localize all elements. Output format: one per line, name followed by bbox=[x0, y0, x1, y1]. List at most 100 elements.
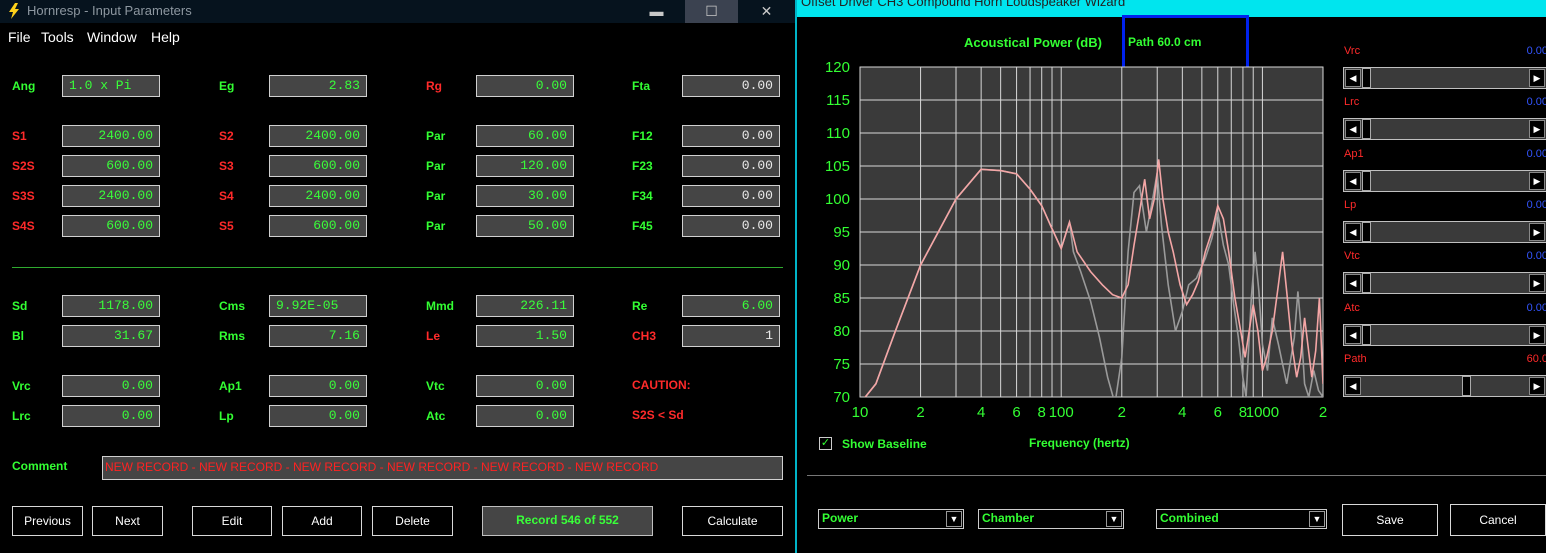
param-label-f12: F12 bbox=[632, 129, 653, 143]
param-label-cms: Cms bbox=[219, 299, 246, 313]
add-button[interactable]: Add bbox=[282, 506, 362, 536]
param-field-le[interactable]: 1.50 bbox=[476, 325, 574, 347]
caution-text: S2S < Sd bbox=[632, 408, 684, 422]
previous-button[interactable]: Previous bbox=[12, 506, 83, 536]
param-label-eg: Eg bbox=[219, 79, 235, 93]
slider-label-path: Path bbox=[1344, 352, 1367, 365]
slider-thumb[interactable] bbox=[1362, 273, 1371, 294]
edit-button[interactable]: Edit bbox=[192, 506, 272, 536]
param-label-fta: Fta bbox=[632, 79, 650, 93]
arrow-right-icon[interactable]: ▶ bbox=[1529, 69, 1545, 87]
param-label-ap1: Ap1 bbox=[219, 379, 242, 393]
param-field-ch3[interactable]: 1 bbox=[682, 325, 780, 347]
param-field-lp[interactable]: 0.00 bbox=[269, 405, 367, 427]
param-field-f45[interactable]: 0.00 bbox=[682, 215, 780, 237]
param-field-bl[interactable]: 31.67 bbox=[62, 325, 160, 347]
slider-thumb[interactable] bbox=[1362, 119, 1371, 140]
param-label-re: Re bbox=[632, 299, 648, 313]
slider-label-vtc: Vtc bbox=[1344, 250, 1360, 263]
param-label-s3s: S3S bbox=[12, 189, 35, 203]
param-field-eg[interactable]: 2.83 bbox=[269, 75, 367, 97]
param-label-s4s: S4S bbox=[12, 219, 35, 233]
param-field-par[interactable]: 60.00 bbox=[476, 125, 574, 147]
param-label-s2: S2 bbox=[219, 129, 234, 143]
param-field-re[interactable]: 6.00 bbox=[682, 295, 780, 317]
param-label-f23: F23 bbox=[632, 159, 653, 173]
param-field-f34[interactable]: 0.00 bbox=[682, 185, 780, 207]
param-field-fta[interactable]: 0.00 bbox=[682, 75, 780, 97]
param-label-f45: F45 bbox=[632, 219, 653, 233]
param-field-par[interactable]: 50.00 bbox=[476, 215, 574, 237]
param-field-par[interactable]: 120.00 bbox=[476, 155, 574, 177]
calculate-button[interactable]: Calculate bbox=[682, 506, 783, 536]
param-label-le: Le bbox=[426, 329, 441, 343]
arrow-right-icon[interactable]: ▶ bbox=[1529, 325, 1545, 344]
param-field-s2s[interactable]: 600.00 bbox=[62, 155, 160, 177]
arrow-left-icon[interactable]: ◀ bbox=[1345, 274, 1361, 293]
param-field-ap1[interactable]: 0.00 bbox=[269, 375, 367, 397]
param-label-par: Par bbox=[426, 129, 446, 143]
slider-label-atc: Atc bbox=[1344, 301, 1360, 314]
divider bbox=[12, 267, 783, 268]
param-field-s4[interactable]: 2400.00 bbox=[269, 185, 367, 207]
arrow-left-icon[interactable]: ◀ bbox=[1345, 222, 1361, 241]
slider-lrc[interactable]: ◀ ▶ bbox=[1343, 118, 1546, 141]
comment-field[interactable]: NEW RECORD - NEW RECORD - NEW RECORD - N… bbox=[102, 456, 783, 480]
slider-value-atc: 0.00 bbox=[1526, 301, 1546, 314]
slider-ap1[interactable]: ◀ ▶ bbox=[1343, 169, 1546, 192]
param-field-s2[interactable]: 2400.00 bbox=[269, 125, 367, 147]
slider-thumb[interactable] bbox=[1362, 68, 1371, 88]
param-field-s3[interactable]: 600.00 bbox=[269, 155, 367, 177]
param-label-par: Par bbox=[426, 189, 446, 203]
slider-value-lrc: 0.00 bbox=[1526, 96, 1546, 109]
slider-thumb[interactable] bbox=[1461, 375, 1471, 396]
param-field-vrc[interactable]: 0.00 bbox=[62, 375, 160, 397]
slider-thumb[interactable] bbox=[1362, 170, 1371, 191]
slider-atc[interactable]: ◀ ▶ bbox=[1343, 323, 1546, 346]
param-field-mmd[interactable]: 226.11 bbox=[476, 295, 574, 317]
arrow-right-icon[interactable]: ▶ bbox=[1529, 171, 1545, 190]
slider-panel: Vrc 0.00 ◀ ▶ Lrc 0.00 ◀ ▶ Ap1 0.00 ◀ ▶ Lp 0.00 ◀ ▶ Vtc 0.… bbox=[797, 0, 1546, 553]
param-field-s5[interactable]: 600.00 bbox=[269, 215, 367, 237]
param-field-ang[interactable]: 1.0 x Pi bbox=[62, 75, 160, 97]
slider-value-vtc: 0.00 bbox=[1526, 250, 1546, 263]
param-field-s1[interactable]: 2400.00 bbox=[62, 125, 160, 147]
param-field-rms[interactable]: 7.16 bbox=[269, 325, 367, 347]
arrow-right-icon[interactable]: ▶ bbox=[1529, 376, 1545, 395]
slider-label-vrc: Vrc bbox=[1344, 45, 1361, 57]
arrow-left-icon[interactable]: ◀ bbox=[1345, 69, 1361, 87]
param-field-cms[interactable]: 9.92E-05 bbox=[269, 295, 367, 317]
comment-label: Comment bbox=[12, 459, 68, 473]
param-field-lrc[interactable]: 0.00 bbox=[62, 405, 160, 427]
arrow-right-icon[interactable]: ▶ bbox=[1529, 274, 1545, 293]
param-field-f23[interactable]: 0.00 bbox=[682, 155, 780, 177]
param-field-s4s[interactable]: 600.00 bbox=[62, 215, 160, 237]
param-field-f12[interactable]: 0.00 bbox=[682, 125, 780, 147]
param-field-vtc[interactable]: 0.00 bbox=[476, 375, 574, 397]
param-field-s3s[interactable]: 2400.00 bbox=[62, 185, 160, 207]
param-field-rg[interactable]: 0.00 bbox=[476, 75, 574, 97]
arrow-right-icon[interactable]: ▶ bbox=[1529, 120, 1545, 139]
param-label-lp: Lp bbox=[219, 409, 234, 423]
slider-vtc[interactable]: ◀ ▶ bbox=[1343, 272, 1546, 295]
param-label-f34: F34 bbox=[632, 189, 653, 203]
param-field-sd[interactable]: 1178.00 bbox=[62, 295, 160, 317]
arrow-left-icon[interactable]: ◀ bbox=[1345, 376, 1361, 395]
param-label-ang: Ang bbox=[12, 79, 36, 93]
slider-thumb[interactable] bbox=[1362, 221, 1371, 242]
slider-lp[interactable]: ◀ ▶ bbox=[1343, 220, 1546, 243]
arrow-right-icon[interactable]: ▶ bbox=[1529, 222, 1545, 241]
arrow-left-icon[interactable]: ◀ bbox=[1345, 171, 1361, 190]
param-field-atc[interactable]: 0.00 bbox=[476, 405, 574, 427]
delete-button[interactable]: Delete bbox=[372, 506, 453, 536]
param-label-s5: S5 bbox=[219, 219, 234, 233]
slider-vrc[interactable]: ◀ ▶ bbox=[1343, 67, 1546, 89]
slider-path[interactable]: ◀ ▶ bbox=[1343, 374, 1546, 397]
slider-thumb[interactable] bbox=[1362, 324, 1371, 345]
param-label-atc: Atc bbox=[426, 409, 446, 423]
arrow-left-icon[interactable]: ◀ bbox=[1345, 120, 1361, 139]
arrow-left-icon[interactable]: ◀ bbox=[1345, 325, 1361, 344]
param-field-par[interactable]: 30.00 bbox=[476, 185, 574, 207]
delete-label: Delete bbox=[395, 514, 430, 528]
next-button[interactable]: Next bbox=[92, 506, 163, 536]
